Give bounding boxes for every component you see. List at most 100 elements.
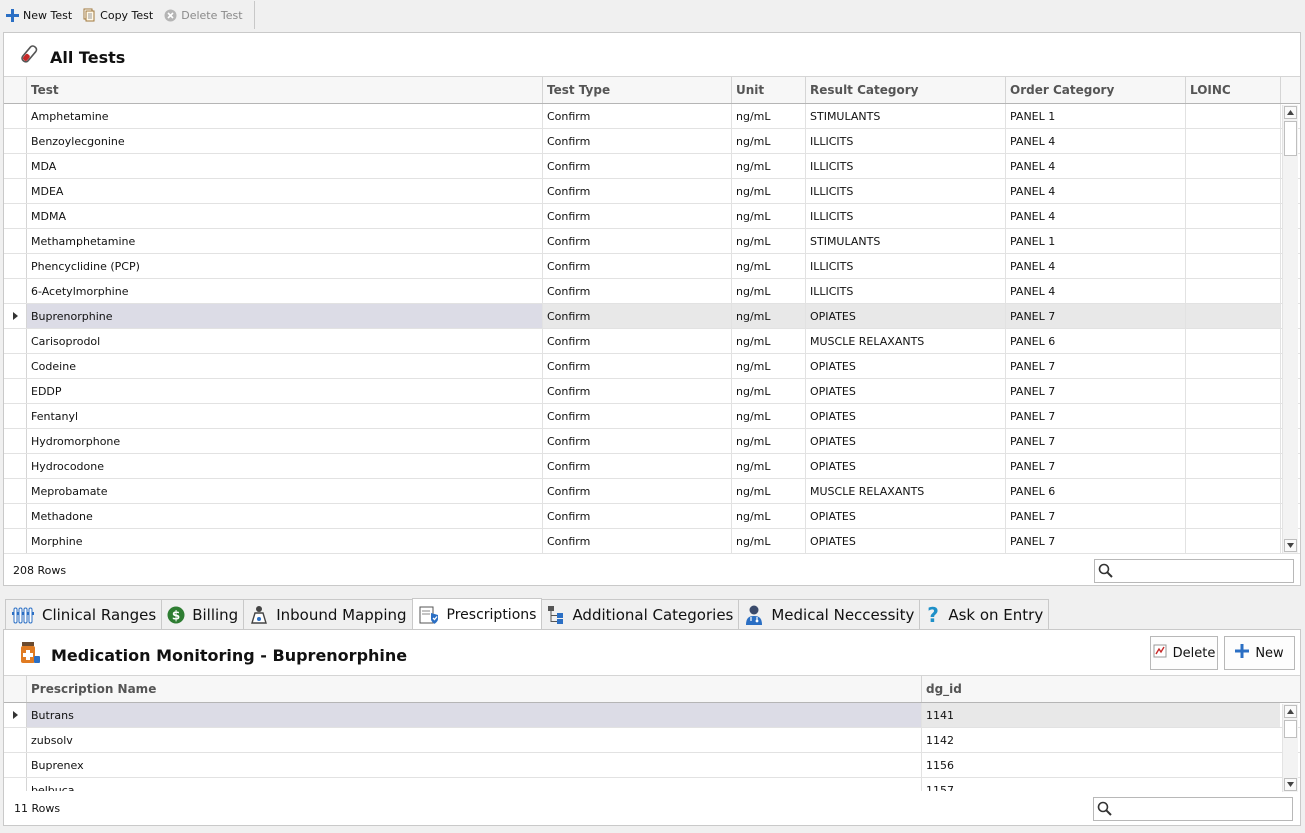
table-cell[interactable]: ILLICITS	[806, 129, 1006, 153]
table-cell[interactable]: Confirm	[543, 354, 732, 378]
row-header[interactable]	[4, 179, 27, 203]
table-cell[interactable]	[1186, 479, 1281, 503]
table-cell[interactable]: Confirm	[543, 504, 732, 528]
table-row[interactable]: MDA Confirm ng/mL ILLICITS PANEL 4	[4, 154, 1300, 179]
table-row[interactable]: Hydromorphone Confirm ng/mL OPIATES PANEL 7	[4, 429, 1300, 454]
table-cell[interactable]	[1186, 529, 1281, 553]
table-row[interactable]: Buprenex 1156	[4, 753, 1300, 778]
table-cell[interactable]	[1186, 154, 1281, 178]
new-button[interactable]: New	[1224, 636, 1295, 670]
table-cell[interactable]: Hydromorphone	[27, 429, 543, 453]
table-cell[interactable]: ng/mL	[732, 204, 806, 228]
table-cell[interactable]: PANEL 7	[1006, 429, 1186, 453]
table-cell[interactable]: Morphine	[27, 529, 543, 553]
prescriptions-search-input[interactable]	[1093, 797, 1293, 821]
table-cell[interactable]	[1186, 204, 1281, 228]
table-row[interactable]: Meprobamate Confirm ng/mL MUSCLE RELAXANTS P…	[4, 479, 1300, 504]
row-header[interactable]	[4, 728, 27, 752]
prescriptions-scrollbar[interactable]	[1282, 704, 1298, 792]
table-cell[interactable]: PANEL 7	[1006, 354, 1186, 378]
table-cell[interactable]: EDDP	[27, 379, 543, 403]
table-cell[interactable]	[1186, 304, 1281, 328]
table-cell[interactable]: ng/mL	[732, 529, 806, 553]
all-tests-scrollbar[interactable]	[1282, 105, 1298, 553]
table-cell[interactable]: ng/mL	[732, 479, 806, 503]
table-row[interactable]: MDMA Confirm ng/mL ILLICITS PANEL 4	[4, 204, 1300, 229]
table-cell[interactable]: PANEL 4	[1006, 204, 1186, 228]
table-row[interactable]: Butrans 1141	[4, 703, 1300, 728]
table-cell[interactable]: PANEL 1	[1006, 229, 1186, 253]
table-cell[interactable]: ng/mL	[732, 179, 806, 203]
table-cell[interactable]: ng/mL	[732, 129, 806, 153]
table-cell[interactable]	[1186, 179, 1281, 203]
table-cell[interactable]: Codeine	[27, 354, 543, 378]
row-header[interactable]	[4, 703, 27, 727]
table-cell[interactable]: Phencyclidine (PCP)	[27, 254, 543, 278]
scroll-up-arrow[interactable]	[1284, 705, 1297, 718]
row-header[interactable]	[4, 379, 27, 403]
table-row[interactable]: Codeine Confirm ng/mL OPIATES PANEL 7	[4, 354, 1300, 379]
table-cell[interactable]	[1186, 104, 1281, 128]
tab-clinical-ranges[interactable]: Clinical Ranges	[5, 599, 163, 630]
scroll-thumb[interactable]	[1284, 720, 1297, 738]
table-cell[interactable]: ng/mL	[732, 329, 806, 353]
table-cell[interactable]: PANEL 4	[1006, 179, 1186, 203]
row-header[interactable]	[4, 753, 27, 777]
table-cell[interactable]: ng/mL	[732, 254, 806, 278]
table-cell[interactable]: PANEL 7	[1006, 379, 1186, 403]
table-cell[interactable]: OPIATES	[806, 529, 1006, 553]
table-row[interactable]: zubsolv 1142	[4, 728, 1300, 753]
table-cell[interactable]: Confirm	[543, 304, 732, 328]
tests-search-input[interactable]	[1094, 559, 1294, 583]
table-cell[interactable]: PANEL 7	[1006, 454, 1186, 478]
table-cell[interactable]: Confirm	[543, 329, 732, 353]
tab-additional-categories[interactable]: Additional Categories	[541, 599, 740, 630]
table-cell[interactable]: PANEL 4	[1006, 279, 1186, 303]
table-cell[interactable]	[1186, 329, 1281, 353]
table-cell[interactable]: MDEA	[27, 179, 543, 203]
table-cell[interactable]: OPIATES	[806, 404, 1006, 428]
table-cell[interactable]: belbuca	[27, 778, 922, 791]
table-cell[interactable]: ILLICITS	[806, 204, 1006, 228]
table-cell[interactable]: PANEL 7	[1006, 504, 1186, 528]
table-cell[interactable]	[1186, 379, 1281, 403]
table-cell[interactable]	[1186, 354, 1281, 378]
table-cell[interactable]	[1186, 429, 1281, 453]
tab-prescriptions[interactable]: Prescriptions	[411, 598, 543, 630]
table-cell[interactable]	[1186, 254, 1281, 278]
table-cell[interactable]: OPIATES	[806, 354, 1006, 378]
delete-button[interactable]: Delete	[1150, 636, 1218, 670]
table-cell[interactable]: PANEL 6	[1006, 479, 1186, 503]
table-cell[interactable]: ng/mL	[732, 304, 806, 328]
table-row[interactable]: Buprenorphine Confirm ng/mL OPIATES PANEL 7	[4, 304, 1300, 329]
column-header-test[interactable]: Test	[27, 77, 543, 103]
table-cell[interactable]: OPIATES	[806, 454, 1006, 478]
table-cell[interactable]: Hydrocodone	[27, 454, 543, 478]
table-cell[interactable]: Confirm	[543, 104, 732, 128]
table-row[interactable]: Morphine Confirm ng/mL OPIATES PANEL 7	[4, 529, 1300, 554]
table-cell[interactable]: MUSCLE RELAXANTS	[806, 329, 1006, 353]
table-cell[interactable]: ILLICITS	[806, 154, 1006, 178]
table-cell[interactable]: ng/mL	[732, 354, 806, 378]
table-cell[interactable]: MUSCLE RELAXANTS	[806, 479, 1006, 503]
row-header[interactable]	[4, 479, 27, 503]
table-cell[interactable]: PANEL 4	[1006, 154, 1186, 178]
scroll-down-arrow[interactable]	[1284, 539, 1297, 552]
table-cell[interactable]: OPIATES	[806, 429, 1006, 453]
table-cell[interactable]: Meprobamate	[27, 479, 543, 503]
table-cell[interactable]: 6-Acetylmorphine	[27, 279, 543, 303]
table-row[interactable]: Fentanyl Confirm ng/mL OPIATES PANEL 7	[4, 404, 1300, 429]
column-header-prescription-name[interactable]: Prescription Name	[27, 676, 922, 702]
column-header-order-category[interactable]: Order Category	[1006, 77, 1186, 103]
table-cell[interactable]: ng/mL	[732, 504, 806, 528]
table-cell[interactable]: PANEL 7	[1006, 304, 1186, 328]
row-header[interactable]	[4, 154, 27, 178]
table-cell[interactable]	[1186, 454, 1281, 478]
table-cell[interactable]: OPIATES	[806, 379, 1006, 403]
tab-ask-on-entry[interactable]: ? Ask on Entry	[919, 599, 1050, 630]
table-cell[interactable]: 1156	[922, 753, 1280, 777]
table-cell[interactable]: ng/mL	[732, 154, 806, 178]
table-cell[interactable]: Benzoylecgonine	[27, 129, 543, 153]
row-header[interactable]	[4, 454, 27, 478]
row-header[interactable]	[4, 204, 27, 228]
